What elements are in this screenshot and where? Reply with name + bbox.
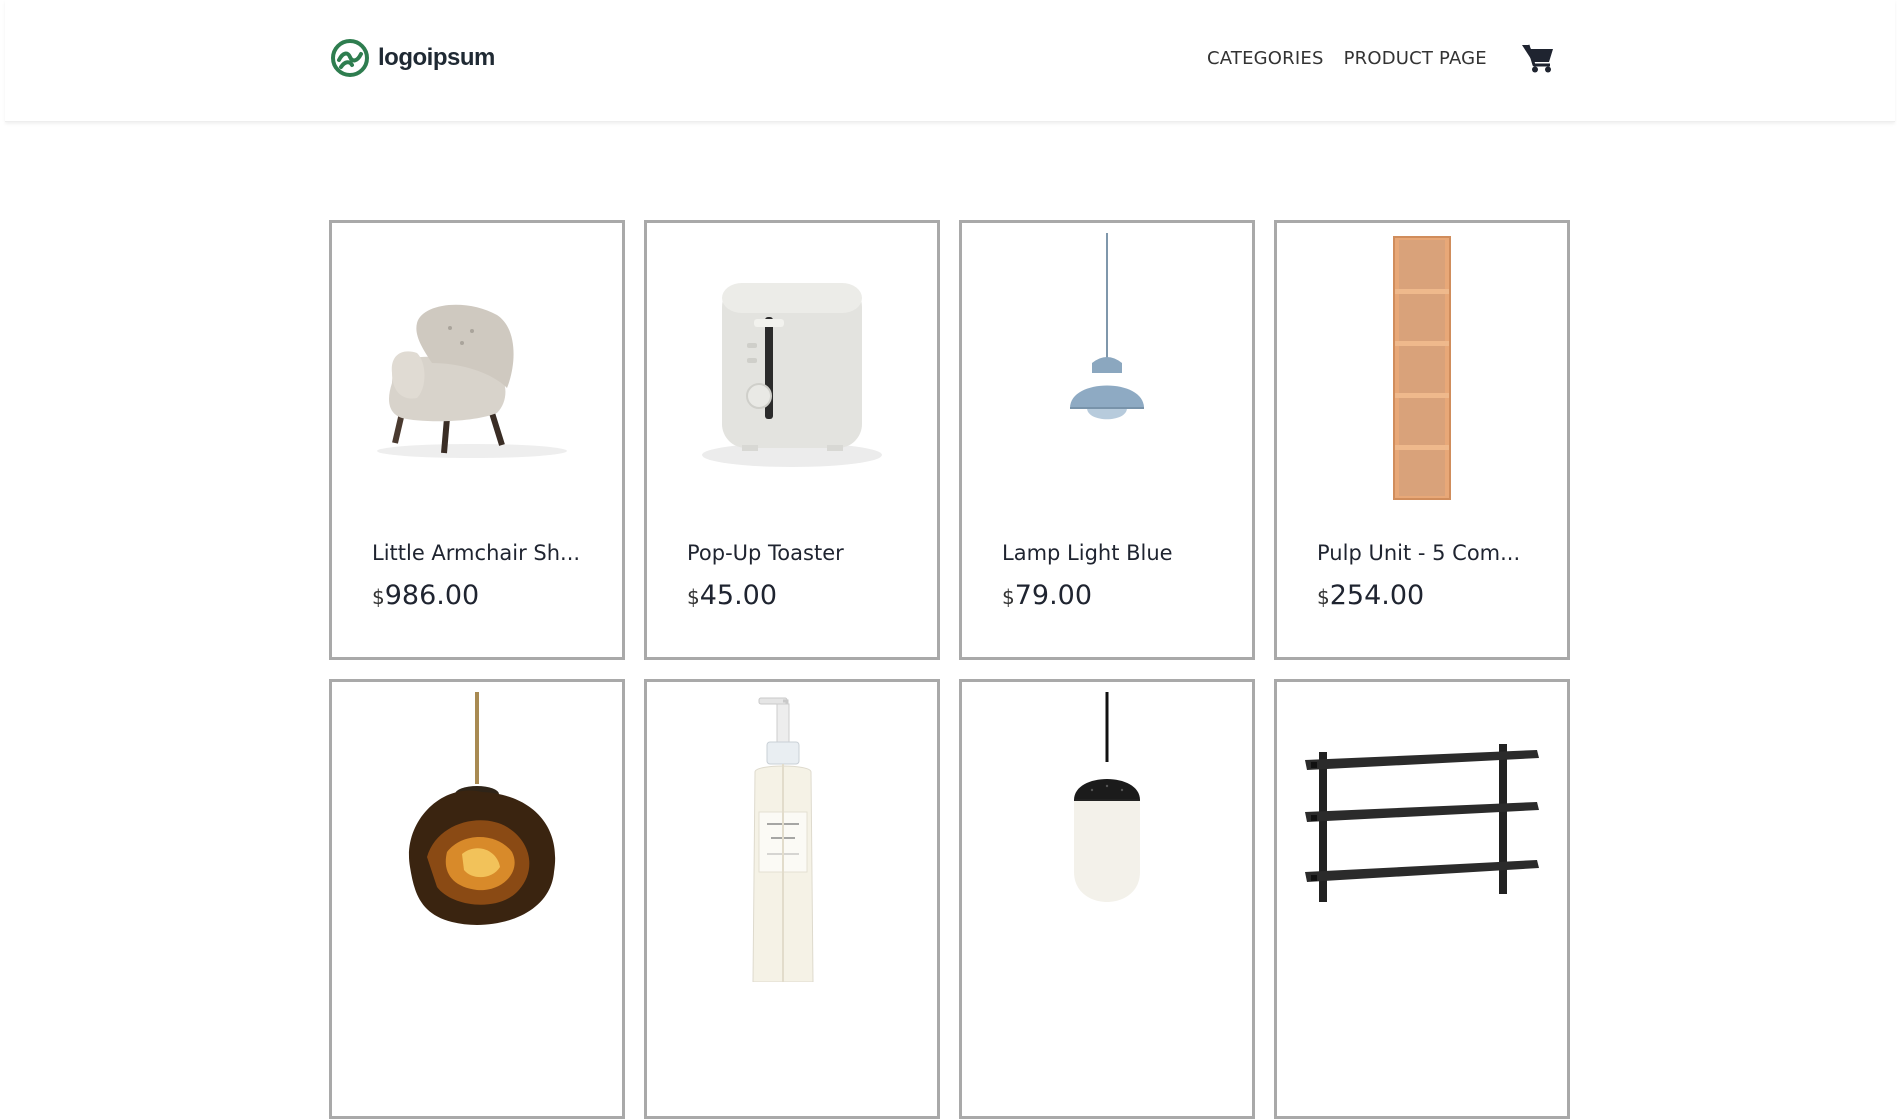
product-card[interactable]	[644, 679, 940, 1119]
product-name[interactable]: Little Armchair Sh...	[372, 541, 580, 565]
price-currency: $	[372, 585, 385, 609]
product-card[interactable]	[1274, 679, 1570, 1119]
brand-logo[interactable]: logoipsum	[330, 38, 495, 78]
product-name[interactable]: Pulp Unit - 5 Com...	[1317, 541, 1520, 565]
product-image	[1277, 223, 1567, 523]
cart-button[interactable]	[1521, 43, 1555, 73]
price-amount: 45.00	[699, 580, 778, 611]
product-image	[647, 682, 937, 982]
price-amount: 986.00	[384, 580, 480, 611]
price-amount: 254.00	[1329, 580, 1425, 611]
bottle-image	[752, 697, 814, 982]
toaster-image	[702, 283, 882, 467]
armchair-image	[377, 304, 567, 458]
black-pendant-image	[1074, 692, 1140, 902]
product-image	[962, 223, 1252, 523]
shopping-cart-icon	[1522, 44, 1553, 73]
copper-pendant-image	[408, 692, 556, 925]
brand-name: logoipsum	[378, 44, 495, 71]
product-card[interactable]: Pop-Up Toaster $45.00	[644, 220, 940, 660]
product-image	[1277, 682, 1567, 982]
product-price: $254.00	[1317, 580, 1424, 611]
product-card[interactable]: Pulp Unit - 5 Com... $254.00	[1274, 220, 1570, 660]
product-price: $79.00	[1002, 580, 1092, 611]
product-image	[332, 682, 622, 982]
product-card[interactable]: Lamp Light Blue $79.00	[959, 220, 1255, 660]
wall-shelf-image	[1305, 744, 1539, 902]
price-amount: 79.00	[1014, 580, 1093, 611]
price-currency: $	[1317, 585, 1330, 609]
bookshelf-image	[1393, 236, 1451, 500]
product-image	[962, 682, 1252, 982]
main-nav: CATEGORIES PRODUCT PAGE	[1207, 48, 1487, 69]
nav-product-page-link[interactable]: PRODUCT PAGE	[1344, 48, 1487, 69]
price-currency: $	[1002, 585, 1015, 609]
product-card[interactable]	[959, 679, 1255, 1119]
product-price: $45.00	[687, 580, 777, 611]
product-price: $986.00	[372, 580, 479, 611]
product-image	[647, 223, 937, 523]
logo-icon	[331, 39, 369, 77]
price-currency: $	[687, 585, 700, 609]
pendant-lamp-image	[1070, 233, 1144, 420]
nav-categories-link[interactable]: CATEGORIES	[1207, 48, 1324, 69]
product-name[interactable]: Lamp Light Blue	[1002, 541, 1173, 565]
site-header: logoipsum CATEGORIES PRODUCT PAGE	[5, 0, 1895, 122]
product-card[interactable]	[329, 679, 625, 1119]
product-image	[332, 223, 622, 523]
product-card[interactable]: Little Armchair Sh... $986.00	[329, 220, 625, 660]
product-name[interactable]: Pop-Up Toaster	[687, 541, 844, 565]
